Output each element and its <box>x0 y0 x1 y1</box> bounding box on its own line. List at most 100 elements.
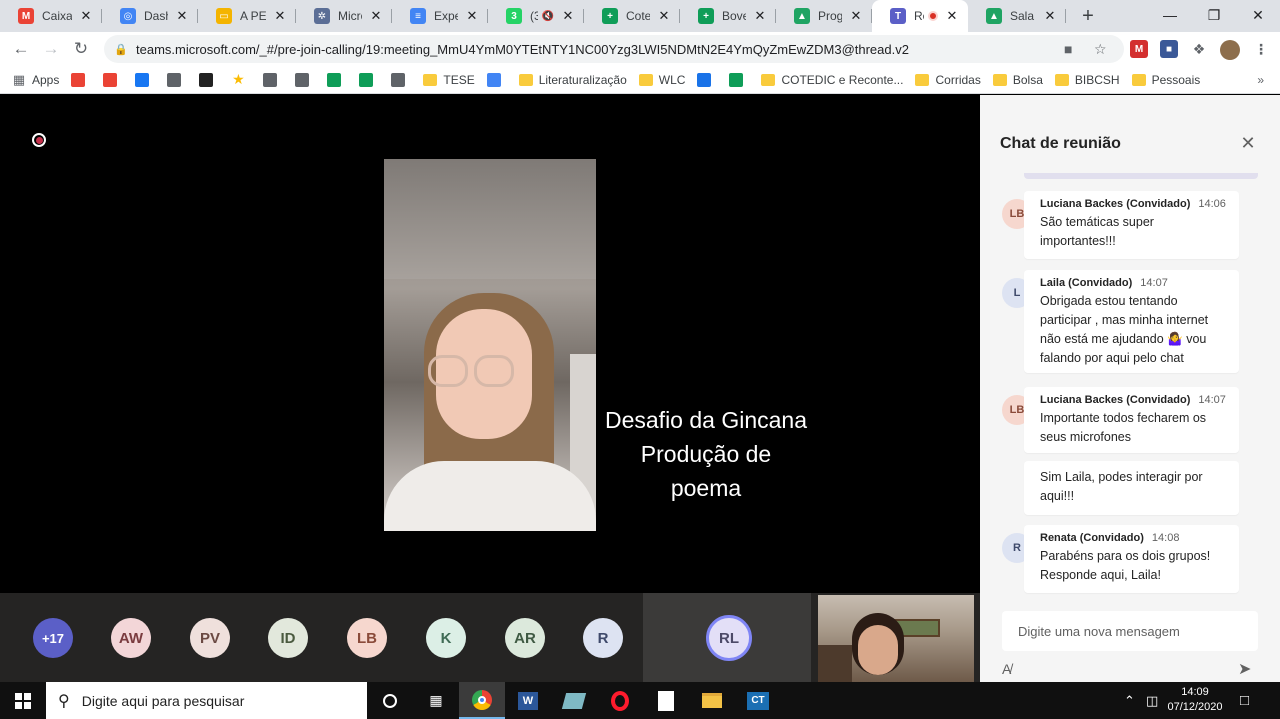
notification-icon[interactable]: □ <box>1240 682 1249 719</box>
word-icon[interactable]: W <box>505 682 551 719</box>
globe-icon: ◎ <box>120 8 136 24</box>
chat-message[interactable]: Renata (Convidado) 14:08 Parabéns para os … <box>1024 525 1239 593</box>
close-icon[interactable]: ✕ <box>174 8 190 24</box>
extension-icon[interactable]: ■ <box>1160 40 1178 58</box>
more-participants-button[interactable]: +17 <box>33 618 73 658</box>
minimize-button[interactable]: — <box>1148 0 1192 30</box>
bookmark-item[interactable] <box>263 72 283 87</box>
cortana-icon[interactable] <box>367 682 413 719</box>
chrome-icon[interactable] <box>459 682 505 719</box>
format-icon[interactable]: A̸ <box>1002 661 1011 677</box>
bookmark-item[interactable] <box>327 72 347 87</box>
bookmark-item[interactable] <box>391 72 411 87</box>
browser-toolbar: ← → ↻ 🔒 teams.microsoft.com/_#/pre-join-… <box>0 32 1280 66</box>
bookmarks-overflow-icon[interactable]: » <box>1257 73 1264 87</box>
browser-tab[interactable]: ✲ Micros ✕ <box>296 0 392 32</box>
avatar[interactable]: R <box>583 618 623 658</box>
avatar[interactable]: PV <box>190 618 230 658</box>
active-speaker-tile[interactable]: RL <box>643 593 811 682</box>
address-bar[interactable]: 🔒 teams.microsoft.com/_#/pre-join-callin… <box>104 35 1124 63</box>
browser-tab[interactable]: ▲ Sala 2 - ✕ <box>968 0 1066 32</box>
bookmark-item[interactable] <box>697 72 717 87</box>
bookmark-item[interactable] <box>71 72 91 87</box>
browser-tab[interactable]: ▭ A PEDA ✕ <box>198 0 296 32</box>
close-icon[interactable]: ✕ <box>848 8 864 24</box>
close-icon[interactable]: ✕ <box>1042 8 1058 24</box>
close-icon[interactable]: ✕ <box>944 8 960 24</box>
browser-tab[interactable]: + Bovesp ✕ <box>680 0 776 32</box>
chat-message[interactable]: Luciana Backes (Convidado) 14:07 Important… <box>1024 387 1239 453</box>
close-icon[interactable]: ✕ <box>560 8 576 24</box>
bookmark-item[interactable] <box>103 72 123 87</box>
extension-icon[interactable]: M <box>1130 40 1148 58</box>
chat-message[interactable]: Luciana Backes (Convidado) 14:06 São temát… <box>1024 191 1239 259</box>
message-input[interactable]: Digite uma nova mensagem <box>1002 611 1258 651</box>
close-icon[interactable]: ✕ <box>656 8 672 24</box>
facebook-icon <box>135 72 150 87</box>
browser-tab[interactable]: M Caixa d ✕ <box>0 0 102 32</box>
bookmark-item[interactable]: ★ <box>231 71 251 87</box>
bookmark-star-icon[interactable]: ☆ <box>1094 41 1107 58</box>
chevron-up-icon[interactable]: ⌃ <box>1124 682 1135 719</box>
bookmark-item[interactable] <box>359 72 379 87</box>
browser-tab[interactable]: 3 (3)🔇 ✕ <box>488 0 584 32</box>
maximize-button[interactable]: ❐ <box>1192 0 1236 30</box>
browser-tab[interactable]: T Reu ✕ <box>872 0 968 32</box>
browser-tab[interactable]: ◎ Dashbo ✕ <box>102 0 198 32</box>
explorer-icon[interactable] <box>689 682 735 719</box>
send-icon[interactable]: ➤ <box>1238 659 1251 679</box>
ct-icon[interactable]: CT <box>735 682 781 719</box>
avatar[interactable]: ID <box>268 618 308 658</box>
taskbar-search[interactable]: ⚲ Digite aqui para pesquisar <box>46 682 367 719</box>
puzzle-icon[interactable]: ❖ <box>1190 40 1208 58</box>
close-icon[interactable]: ✕ <box>368 8 384 24</box>
bookmark-item[interactable] <box>199 72 219 87</box>
profile-avatar[interactable] <box>1220 40 1240 60</box>
bookmark-folder[interactable]: WLC <box>638 73 685 87</box>
start-button[interactable] <box>0 682 46 719</box>
bookmark-item[interactable]: ▦ Apps <box>12 72 60 87</box>
close-icon[interactable]: ✕ <box>464 8 480 24</box>
back-icon[interactable]: ← <box>6 34 36 64</box>
bookmark-folder[interactable]: BIBCSH <box>1054 73 1120 87</box>
close-icon[interactable]: ✕ <box>78 8 94 24</box>
forward-icon[interactable]: → <box>36 34 66 64</box>
close-icon[interactable]: ✕ <box>1238 133 1258 154</box>
calculator-icon[interactable] <box>643 682 689 719</box>
gmail-icon <box>71 72 86 87</box>
bookmark-folder[interactable]: Corridas <box>915 73 981 87</box>
bookmark-item[interactable] <box>135 72 155 87</box>
reload-icon[interactable]: ↻ <box>66 34 96 64</box>
avatar[interactable]: K <box>426 618 466 658</box>
browser-tab[interactable]: ▲ Progra ✕ <box>776 0 872 32</box>
close-icon[interactable]: ✕ <box>752 8 768 24</box>
avatar[interactable]: LB <box>347 618 387 658</box>
window-close-button[interactable]: ✕ <box>1236 0 1280 30</box>
browser-menu-icon[interactable]: ⋮ <box>1252 40 1270 58</box>
avatar[interactable]: AR <box>505 618 545 658</box>
chat-message[interactable]: Laila (Convidado) 14:07 Obrigada estou ten… <box>1024 270 1239 373</box>
chat-message[interactable]: Sim Laila, podes interagir por aqui!!! <box>1024 461 1239 515</box>
camera-icon[interactable]: ■ <box>1064 41 1072 57</box>
bookmark-folder[interactable]: Bolsa <box>992 73 1043 87</box>
notes-icon[interactable] <box>551 682 597 719</box>
bookmark-folder[interactable]: COTEDIC e Reconte... <box>761 73 903 87</box>
taskbar-clock[interactable]: 14:09 07/12/2020 <box>1162 685 1228 715</box>
bookmark-item[interactable] <box>295 72 315 87</box>
task-view-icon[interactable]: ▦ <box>413 682 459 719</box>
avatar[interactable]: AW <box>111 618 151 658</box>
bookmark-folder[interactable]: Pessoais <box>1131 73 1200 87</box>
bookmark-folder[interactable]: Literaturalização <box>518 73 627 87</box>
self-video-preview[interactable] <box>818 595 974 682</box>
network-icon[interactable]: ◫ <box>1146 682 1158 719</box>
opera-icon[interactable] <box>597 682 643 719</box>
message-header: Luciana Backes (Convidado) 14:06 <box>1040 198 1229 210</box>
browser-tab[interactable]: ≡ Experiê ✕ <box>392 0 488 32</box>
close-icon[interactable]: ✕ <box>272 8 288 24</box>
bookmark-item[interactable] <box>167 72 187 87</box>
browser-tab[interactable]: + Cotedi ✕ <box>584 0 680 32</box>
bookmark-item[interactable] <box>486 72 507 87</box>
bookmark-item[interactable] <box>729 72 749 87</box>
new-tab-button[interactable]: + <box>1074 2 1102 30</box>
bookmark-folder[interactable]: TESE <box>423 73 475 87</box>
